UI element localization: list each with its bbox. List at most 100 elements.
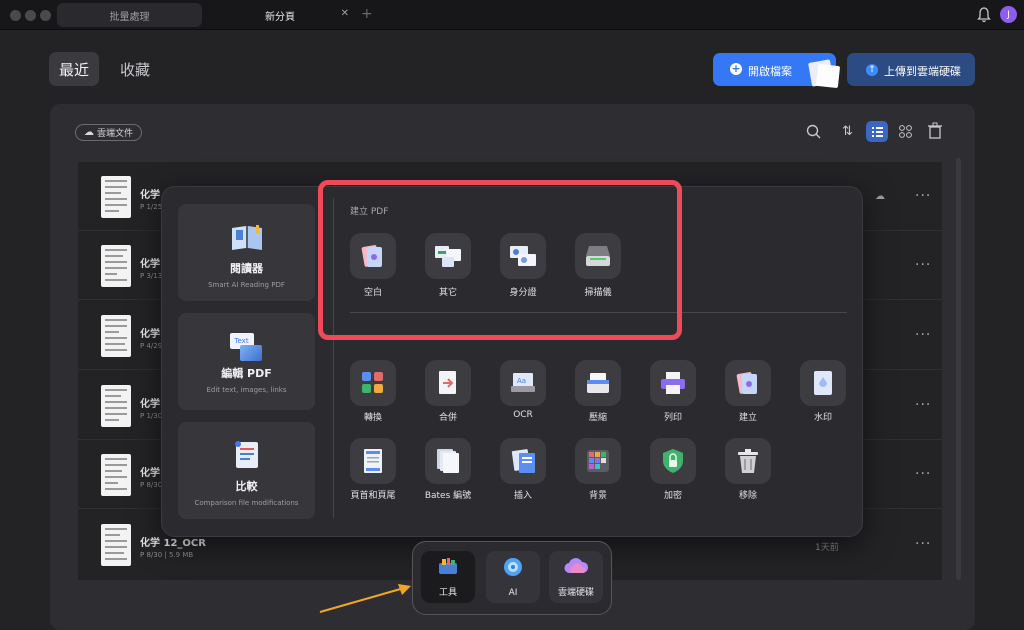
background-icon [575,438,621,484]
create-button[interactable]: 建立 [725,360,771,423]
tool-label: 壓縮 [588,413,607,423]
dock-ai[interactable]: AI [486,551,540,603]
scrollbar[interactable] [956,158,961,580]
list-view-button[interactable] [866,121,888,142]
file-thumbnail [101,524,131,566]
cloud-docs-label: 雲端文件 [97,129,134,139]
tab-recent[interactable]: 最近 [49,52,99,86]
file-meta: P 8/30 [140,481,163,489]
edit-pdf-title: 編輯 PDF [221,367,272,380]
print-icon [650,360,696,406]
merge-button[interactable]: 合併 [425,360,471,423]
watermark-icon [800,360,846,406]
book-icon [230,222,264,256]
tool-label: 背景 [588,491,607,501]
reader-subtitle: Smart AI Reading PDF [208,281,285,289]
file-meta: P 1/30 [140,412,163,420]
bates-button[interactable]: Bates 編號 [425,438,471,501]
tab-new[interactable]: 新分頁 ✕ [205,3,355,27]
sort-icon[interactable]: ⇅ [842,124,853,139]
tab-favorites[interactable]: 收藏 [110,52,160,86]
file-meta: P 8/30 | 5.9 MB [140,551,194,559]
compare-subtitle: Comparison file modifications [194,499,299,507]
dock-tools-label: 工具 [438,588,457,598]
upload-arrow-icon: ↑ [866,64,878,76]
file-thumbnail [101,385,131,427]
svg-text:Aa: Aa [517,377,526,385]
cloud-icon: ☁ [84,127,94,138]
remove-icon [725,438,771,484]
edit-text-icon: Text [229,333,264,361]
convert-icon [350,360,396,406]
watermark-button[interactable]: 水印 [800,360,846,423]
compare-icon [232,440,262,474]
file-time: 1天前 [815,543,839,553]
tool-label: 合併 [438,413,457,423]
tool-label: 頁首和頁尾 [350,491,396,501]
tool-label: 轉換 [363,413,382,423]
file-thumbnail [101,245,131,287]
file-meta: P 1/25 [140,203,163,211]
tools-icon [437,557,459,578]
search-icon[interactable] [806,124,821,143]
open-file-label: 開啟檔案 [748,65,792,78]
create-icon [725,360,771,406]
bell-icon[interactable] [977,7,991,27]
documents-icon-front [815,63,841,89]
print-button[interactable]: 列印 [650,360,696,423]
reader-card[interactable]: 閱讀器 Smart AI Reading PDF [178,204,315,301]
tool-label: 列印 [663,413,682,423]
tab-label: 批量處理 [109,11,150,23]
encrypt-button[interactable]: 加密 [650,438,696,501]
dock-tools[interactable]: 工具 [421,551,475,603]
compare-card[interactable]: 比較 Comparison file modifications [178,422,315,519]
dock-cloud-drive[interactable]: 雲端硬碟 [549,551,603,603]
close-tab-icon[interactable]: ✕ [341,8,349,19]
file-meta: P 3/13 [140,272,163,280]
cloud-drive-icon [563,557,589,578]
compress-button[interactable]: 壓縮 [575,360,621,423]
file-meta: P 4/29 [140,342,163,350]
close-window-button[interactable] [10,10,21,21]
more-options-icon[interactable]: ··· [915,536,931,552]
more-options-icon[interactable]: ··· [915,327,931,343]
pointer-arrow-icon [319,584,411,613]
grid-view-icon[interactable] [898,124,913,143]
more-options-icon[interactable]: ··· [915,397,931,413]
insert-button[interactable]: 插入 [500,438,546,501]
ai-icon [502,556,524,581]
highlight-box [318,180,682,340]
tool-label: Bates 編號 [424,491,472,501]
trash-icon[interactable] [927,122,943,143]
compare-title: 比較 [235,480,258,493]
open-file-button[interactable]: + 開啟檔案 [713,53,841,89]
tool-label: 插入 [513,491,532,501]
tool-label: 建立 [738,413,757,423]
cloud-status-icon: ☁ [875,191,885,202]
more-options-icon[interactable]: ··· [915,257,931,273]
convert-button[interactable]: 轉換 [350,360,396,423]
cloud-docs-chip[interactable]: ☁ 雲端文件 [75,124,143,141]
tab-favorites-label: 收藏 [119,60,150,79]
edit-pdf-subtitle: Edit text, images, links [206,386,287,394]
more-options-icon[interactable]: ··· [915,466,931,482]
more-options-icon[interactable]: ··· [915,188,931,204]
tab-batch[interactable]: 批量處理 [57,3,202,27]
tool-label: 移除 [738,491,757,501]
upload-cloud-button[interactable]: ↑ 上傳到雲端硬碟 [847,53,975,86]
dock-ai-label: AI [508,588,518,598]
avatar[interactable]: J [1000,6,1017,23]
background-button[interactable]: 背景 [575,438,621,501]
remove-button[interactable]: 移除 [725,438,771,501]
list-view-icon [872,127,883,137]
ocr-button[interactable]: Aa OCR [500,360,546,420]
edit-pdf-card[interactable]: Text 編輯 PDF Edit text, images, links [178,313,315,410]
zoom-window-button[interactable] [40,10,51,21]
header-footer-button[interactable]: 頁首和頁尾 [350,438,396,501]
file-thumbnail [101,454,131,496]
tab-recent-label: 最近 [58,60,89,79]
ocr-icon: Aa [500,360,546,406]
tab-label: 新分頁 [265,11,295,23]
new-tab-icon[interactable]: + [361,6,373,22]
minimize-window-button[interactable] [25,10,36,21]
